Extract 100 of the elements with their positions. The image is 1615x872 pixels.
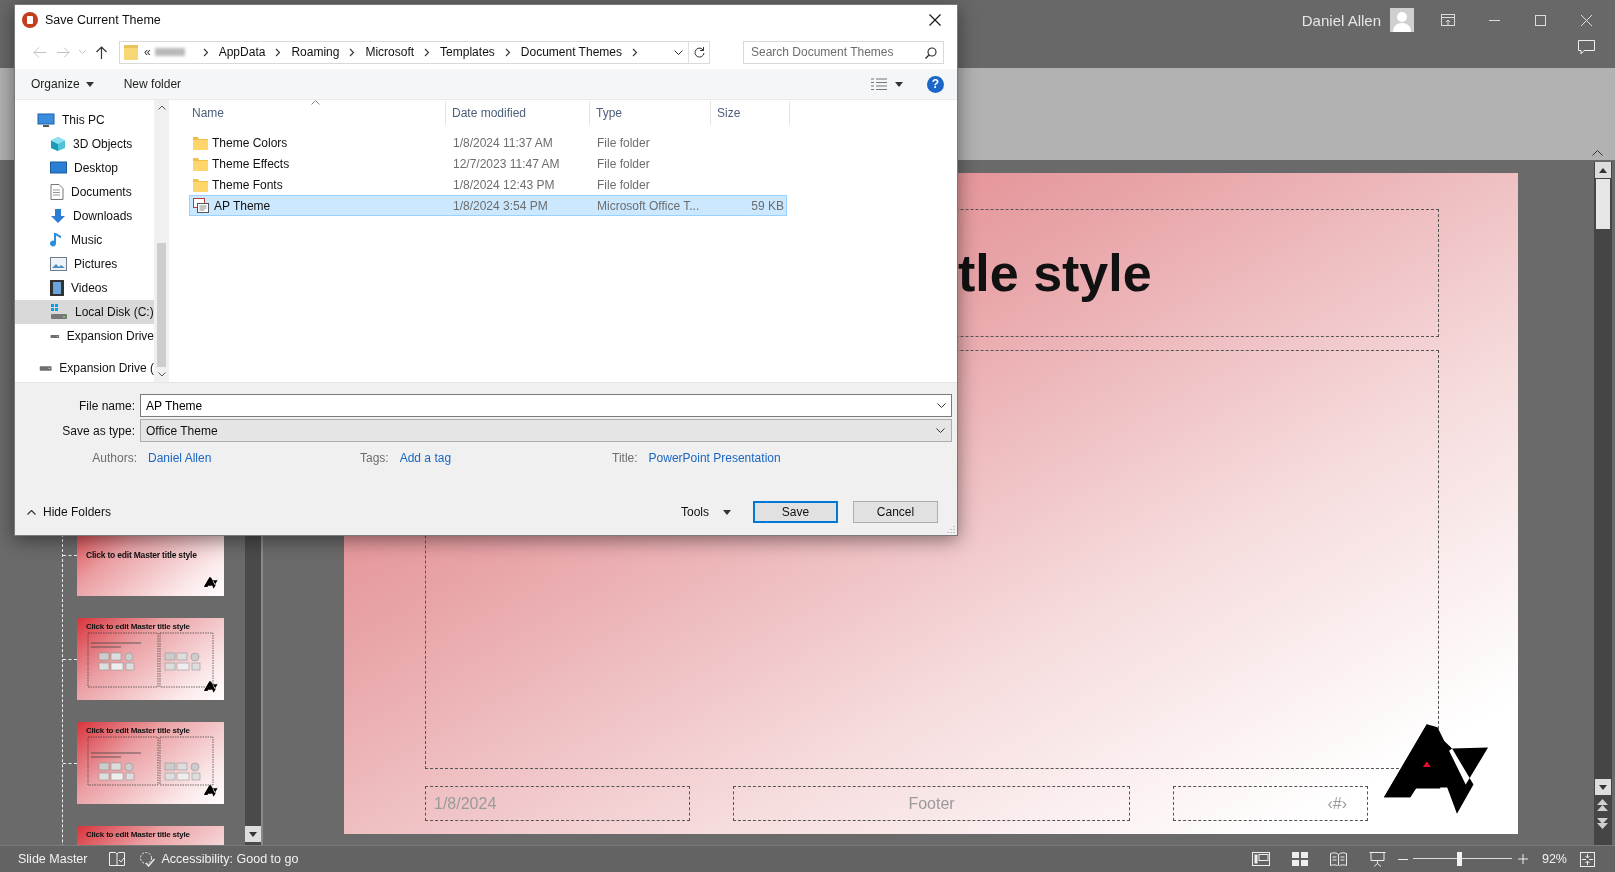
resize-grip-icon[interactable] [947, 525, 955, 533]
thumbnail-title: Click to edit Master title style [85, 725, 191, 735]
property-value[interactable]: Daniel Allen [148, 451, 212, 465]
slide-sorter-icon[interactable] [1291, 852, 1308, 866]
slide-thumbnail[interactable]: Click to edit Master title style [77, 826, 224, 845]
search-field[interactable]: Search Document Themes [743, 40, 944, 64]
nav-item[interactable]: This PC [15, 108, 154, 132]
new-folder-button[interactable]: New folder [123, 77, 182, 91]
view-options-button[interactable] [871, 78, 903, 90]
file-name: Theme Effects [212, 156, 290, 171]
nav-item[interactable]: 3D Objects [15, 132, 154, 156]
nav-item[interactable]: Expansion Drive [15, 324, 154, 348]
nav-item[interactable]: Local Disk (C:) [15, 300, 154, 324]
zoom-slider[interactable] [1412, 852, 1512, 866]
thumbnail-title: Click to edit Master title style [85, 829, 191, 839]
organize-button[interactable]: Organize [31, 77, 94, 91]
tools-button[interactable]: Tools [681, 505, 731, 519]
breadcrumb[interactable]: Templates [440, 45, 495, 59]
property-label: Title: [612, 451, 638, 465]
file-row[interactable]: Theme Colors 1/8/2024 11:37 AM File folder [189, 132, 787, 153]
logo-icon [1384, 724, 1491, 814]
logo-icon [204, 785, 218, 797]
search-icon[interactable] [925, 46, 937, 59]
address-bar[interactable]: « AppData Roaming Microsoft Templates Document Themes [119, 40, 710, 64]
column-header[interactable]: Type [590, 101, 711, 125]
caret-down-icon [249, 831, 257, 837]
scroll-thumb[interactable] [157, 243, 166, 367]
column-header[interactable]: Size [711, 101, 790, 125]
property-label: Authors: [91, 451, 137, 465]
previous-slide-icon[interactable] [1597, 798, 1608, 812]
file-type: File folder [596, 135, 651, 150]
save-button[interactable]: Save [753, 501, 838, 523]
breadcrumb[interactable]: Microsoft [365, 45, 415, 59]
file-type: File folder [596, 156, 651, 171]
breadcrumb[interactable]: Roaming [291, 45, 340, 59]
caret-down-icon [1598, 784, 1607, 790]
scroll-thumb[interactable] [1595, 179, 1610, 229]
pictures-icon [50, 257, 67, 271]
logo-icon [204, 681, 218, 693]
nav-item[interactable]: Desktop [15, 156, 154, 180]
breadcrumb[interactable]: AppData [218, 45, 266, 59]
normal-view-icon[interactable] [1251, 852, 1270, 866]
nav-item[interactable]: Music [15, 228, 154, 252]
notes-icon[interactable] [109, 851, 126, 867]
user-name[interactable]: Daniel Allen [1301, 11, 1381, 29]
close-icon[interactable] [1580, 14, 1592, 26]
dropdown-icon[interactable] [937, 403, 946, 408]
maximize-icon[interactable] [1534, 14, 1546, 26]
nav-item[interactable]: Videos [15, 276, 154, 300]
path-overflow[interactable]: « [144, 45, 151, 59]
zoom-in-icon[interactable] [1517, 854, 1528, 864]
cube-icon [50, 136, 66, 152]
help-button[interactable]: ? [927, 75, 944, 93]
comment-icon[interactable] [1578, 40, 1595, 55]
zoom-level[interactable]: 92% [1541, 852, 1567, 866]
document-icon [50, 184, 64, 200]
thumbnail-title: Click to edit Master title style [85, 621, 191, 631]
save-as-type-dropdown[interactable]: Office Theme [140, 419, 952, 442]
next-slide-icon[interactable] [1597, 816, 1608, 830]
file-row[interactable]: Theme Fonts 1/8/2024 12:43 PM File folder [189, 174, 787, 195]
fit-to-window-icon[interactable] [1580, 851, 1595, 867]
slide-thumbnail[interactable]: Click to edit Master title style [77, 618, 224, 700]
scroll-down-button[interactable] [1594, 779, 1611, 795]
film-icon [50, 280, 64, 296]
cancel-button[interactable]: Cancel [853, 501, 938, 523]
dropdown-icon[interactable] [673, 49, 683, 55]
file-row[interactable]: AP Theme 1/8/2024 3:54 PM Microsoft Office T... 59 KB [189, 195, 787, 216]
property-label: Tags: [360, 451, 389, 465]
property-value[interactable]: PowerPoint Presentation [648, 451, 781, 465]
date-modified: 1/8/2024 11:37 AM [452, 135, 554, 150]
caret-up-icon [27, 509, 36, 515]
file-row[interactable]: Theme Effects 12/7/2023 11:47 AM File folder [189, 153, 787, 174]
nav-item[interactable]: Pictures [15, 252, 154, 276]
scroll-up-button[interactable] [1594, 162, 1611, 178]
logo-icon [204, 577, 218, 589]
column-header[interactable]: Name [169, 101, 446, 125]
footer-text: Footer [908, 794, 955, 813]
details-view-icon [871, 78, 887, 90]
accessibility-check-icon [139, 851, 157, 867]
nav-item[interactable]: Downloads [15, 204, 154, 228]
collapse-ribbon-icon[interactable] [1592, 149, 1603, 156]
slideshow-icon[interactable] [1368, 851, 1386, 867]
scroll-up-icon[interactable] [157, 105, 166, 110]
breadcrumb[interactable]: Document Themes [520, 45, 622, 59]
date-modified: 1/8/2024 3:54 PM [452, 198, 549, 213]
accessibility-status[interactable]: Accessibility: Good to go [139, 851, 299, 867]
slide-thumbnail[interactable]: Click to edit Master title style [77, 722, 224, 804]
file-name-field[interactable]: AP Theme [140, 394, 952, 417]
scroll-down-button[interactable] [245, 826, 261, 842]
date-modified: 1/8/2024 12:43 PM [452, 177, 556, 192]
ribbon-display-icon[interactable] [1441, 14, 1455, 26]
reading-view-icon[interactable] [1329, 852, 1347, 866]
minimize-icon[interactable] [1488, 19, 1500, 21]
scroll-down-icon[interactable] [157, 372, 166, 377]
property-value[interactable]: Add a tag [399, 451, 452, 465]
refresh-icon[interactable] [693, 46, 705, 58]
column-header[interactable]: Date modified [446, 101, 590, 125]
up-arrow-icon[interactable] [95, 45, 107, 59]
nav-item[interactable]: Expansion Drive ( [15, 356, 154, 380]
nav-item[interactable]: Documents [15, 180, 154, 204]
